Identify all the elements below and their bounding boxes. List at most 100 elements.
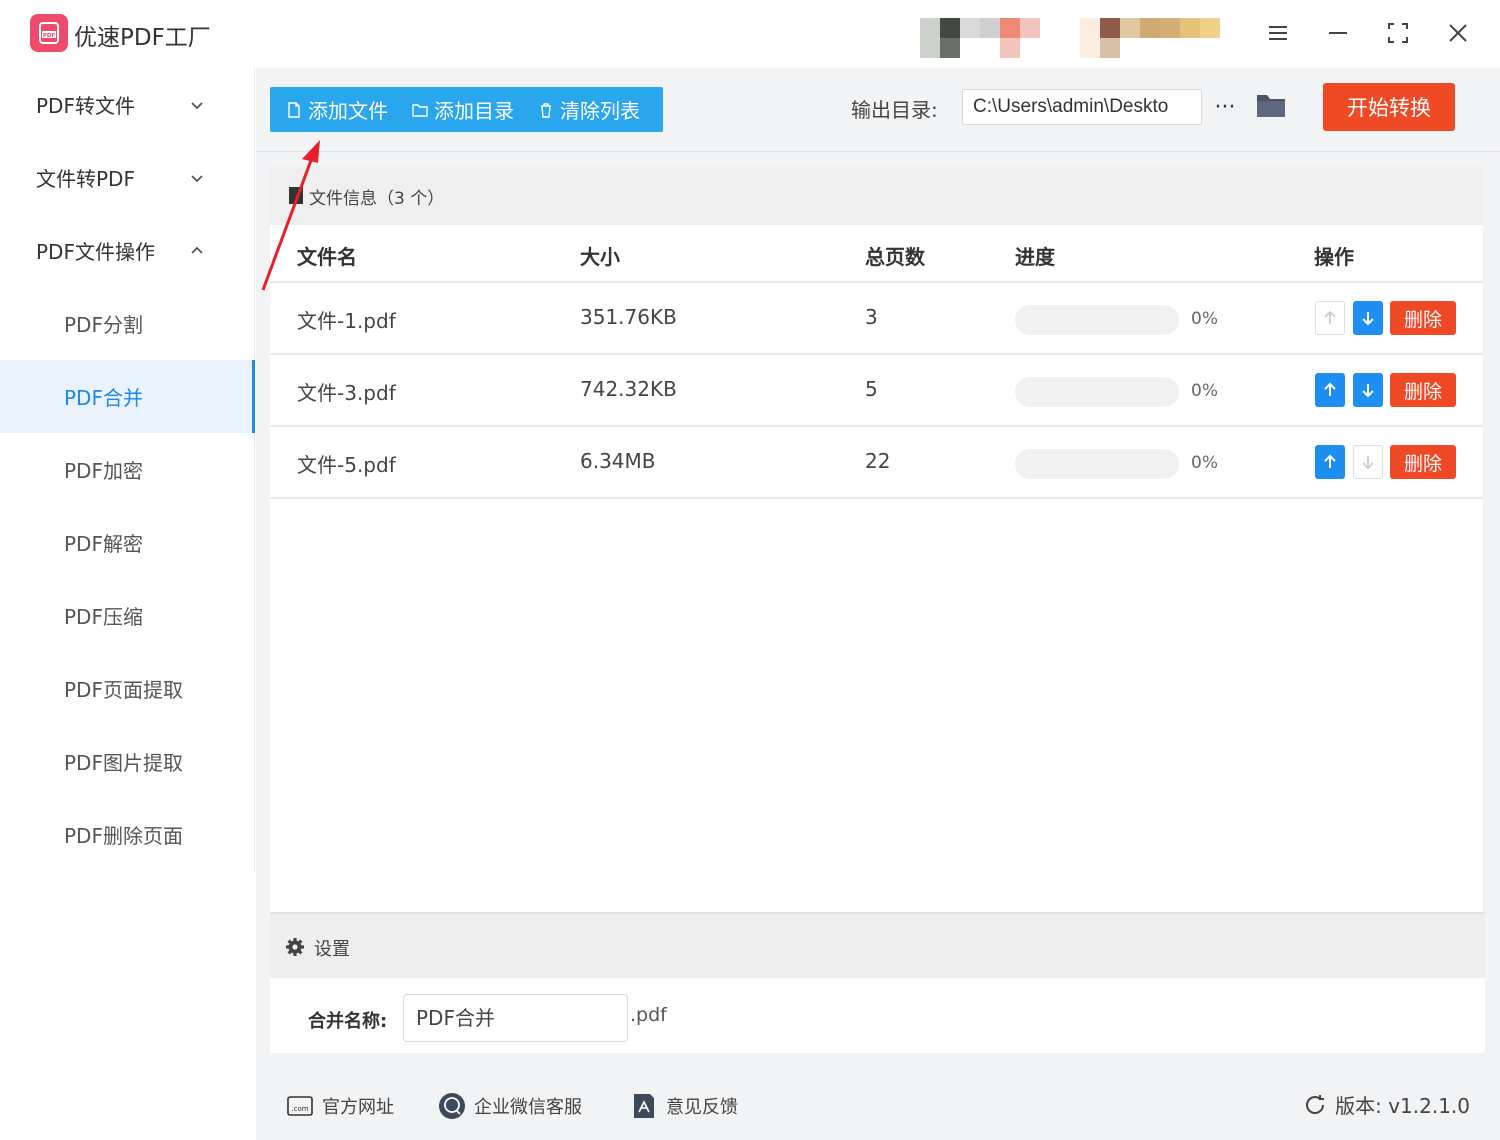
file-name: 文件-3.pdf xyxy=(297,381,396,405)
file-list-panel: 文件信息（3 个） 文件名 大小 总页数 进度 操作 文件-1.pdf 351.… xyxy=(270,167,1483,912)
feedback-icon xyxy=(634,1094,654,1118)
file-info-title: 文件信息（3 个） xyxy=(309,189,445,209)
more-options-button[interactable]: ··· xyxy=(1210,92,1240,122)
sidebar-item-pdf-encrypt[interactable]: PDF加密 xyxy=(0,433,255,506)
refresh-icon xyxy=(1306,1094,1325,1114)
add-dir-button[interactable]: 添加目录 xyxy=(400,87,526,132)
chevron-down-icon xyxy=(191,102,203,110)
sidebar: PDF转文件 文件转PDF PDF文件操作 PDF分割 PDF合并 PDF加密 … xyxy=(0,68,255,872)
move-up-button[interactable] xyxy=(1315,301,1345,335)
column-header-pages: 总页数 xyxy=(865,245,925,269)
delete-button[interactable]: 删除 xyxy=(1390,373,1456,407)
sidebar-item-pdf-compress[interactable]: PDF压缩 xyxy=(0,579,255,652)
svg-text:PDF: PDF xyxy=(43,33,56,39)
progress-percent: 0% xyxy=(1191,453,1218,473)
column-header-actions: 操作 xyxy=(1314,245,1354,269)
file-pages: 22 xyxy=(865,449,891,473)
table-row: 文件-3.pdf 742.32KB 5 0% 删除 xyxy=(270,355,1483,427)
website-icon: .com xyxy=(287,1096,313,1116)
merge-name-extension: .pdf xyxy=(630,1004,667,1026)
sidebar-group-pdf-to-file[interactable]: PDF转文件 xyxy=(0,68,255,141)
column-header-name: 文件名 xyxy=(297,245,357,269)
sidebar-group-label: PDF文件操作 xyxy=(36,240,155,264)
sidebar-item-pdf-page-extract[interactable]: PDF页面提取 xyxy=(0,652,255,725)
add-file-label: 添加文件 xyxy=(308,99,388,123)
file-toolbar: 添加文件 添加目录 清除列表 xyxy=(270,87,663,132)
sidebar-item-label: PDF加密 xyxy=(64,459,143,483)
file-pages: 3 xyxy=(865,305,878,329)
file-info-header: 文件信息（3 个） xyxy=(270,167,1483,225)
close-icon[interactable] xyxy=(1440,16,1476,50)
move-down-button[interactable] xyxy=(1353,445,1383,479)
move-up-button[interactable] xyxy=(1315,373,1345,407)
progress-bar xyxy=(1015,377,1179,407)
move-down-button[interactable] xyxy=(1353,301,1383,335)
progress-bar xyxy=(1015,449,1179,479)
folder-outline-icon xyxy=(412,103,428,117)
table-row: 文件-5.pdf 6.34MB 22 0% 删除 xyxy=(270,427,1483,499)
feedback-link[interactable]: 意见反馈 xyxy=(630,1092,738,1120)
merge-name-label: 合并名称: xyxy=(308,1011,388,1032)
column-header-size: 大小 xyxy=(580,245,620,269)
folder-icon[interactable] xyxy=(1254,90,1288,122)
sidebar-item-label: PDF解密 xyxy=(64,532,143,556)
user-avatar-blurred[interactable] xyxy=(920,18,1240,58)
svg-text:.com: .com xyxy=(291,1105,308,1113)
footer: .com 官方网址 企业微信客服 意见反馈 版本: v1.2.1.0 xyxy=(256,1070,1500,1140)
feedback-label: 意见反馈 xyxy=(666,1097,738,1118)
output-dir-field[interactable]: C:\Users\admin\Deskto xyxy=(962,89,1202,125)
sidebar-item-pdf-merge[interactable]: PDF合并 xyxy=(0,360,255,433)
move-up-button[interactable] xyxy=(1315,445,1345,479)
file-pages: 5 xyxy=(865,377,878,401)
file-size: 351.76KB xyxy=(580,305,677,329)
document-icon xyxy=(289,187,303,204)
chevron-up-icon xyxy=(191,246,203,254)
sidebar-item-pdf-delete-pages[interactable]: PDF删除页面 xyxy=(0,798,255,871)
version-info: 版本: v1.2.1.0 xyxy=(1303,1090,1470,1119)
trash-icon xyxy=(541,102,551,118)
sidebar-item-label: PDF删除页面 xyxy=(64,824,183,848)
settings-title: 设置 xyxy=(314,939,350,960)
table-row: 文件-1.pdf 351.76KB 3 0% 删除 xyxy=(270,283,1483,355)
fullscreen-icon[interactable] xyxy=(1380,16,1416,50)
file-size: 6.34MB xyxy=(580,449,656,473)
arrow-down-icon xyxy=(1362,384,1374,398)
start-convert-button[interactable]: 开始转换 xyxy=(1323,83,1455,131)
merge-name-input[interactable]: PDF合并 xyxy=(403,994,628,1042)
sidebar-item-label: PDF分割 xyxy=(64,313,143,337)
delete-button[interactable]: 删除 xyxy=(1390,445,1456,479)
file-name: 文件-1.pdf xyxy=(297,309,396,333)
clear-list-button[interactable]: 清除列表 xyxy=(526,87,652,132)
minimize-icon[interactable] xyxy=(1320,16,1356,50)
pdf-logo-icon: PDF xyxy=(30,14,68,52)
settings-header: 设置 xyxy=(270,914,1485,978)
settings-body: 合并名称: PDF合并 .pdf xyxy=(270,978,1485,1053)
arrow-up-icon xyxy=(1324,454,1336,468)
delete-button[interactable]: 删除 xyxy=(1390,301,1456,335)
clear-list-label: 清除列表 xyxy=(560,99,640,123)
progress-percent: 0% xyxy=(1191,381,1218,401)
gear-icon xyxy=(286,938,304,956)
add-dir-label: 添加目录 xyxy=(434,99,514,123)
file-name: 文件-5.pdf xyxy=(297,453,396,477)
wechat-icon xyxy=(439,1093,465,1119)
column-header-progress: 进度 xyxy=(1015,245,1055,269)
wechat-service-link[interactable]: 企业微信客服 xyxy=(438,1092,582,1120)
sidebar-group-pdf-operations[interactable]: PDF文件操作 xyxy=(0,214,255,287)
wechat-service-label: 企业微信客服 xyxy=(474,1097,582,1118)
output-dir-label: 输出目录: xyxy=(851,98,938,122)
website-label: 官方网址 xyxy=(322,1097,394,1118)
sidebar-item-pdf-decrypt[interactable]: PDF解密 xyxy=(0,506,255,579)
sidebar-item-pdf-split[interactable]: PDF分割 xyxy=(0,287,255,360)
sidebar-group-file-to-pdf[interactable]: 文件转PDF xyxy=(0,141,255,214)
arrow-down-icon xyxy=(1362,456,1374,470)
sidebar-item-label: PDF压缩 xyxy=(64,605,143,629)
progress-bar xyxy=(1015,305,1179,335)
menu-icon[interactable] xyxy=(1260,16,1296,50)
version-label: 版本: v1.2.1.0 xyxy=(1335,1094,1470,1118)
sidebar-item-pdf-image-extract[interactable]: PDF图片提取 xyxy=(0,725,255,798)
move-down-button[interactable] xyxy=(1353,373,1383,407)
website-link[interactable]: .com 官方网址 xyxy=(286,1092,394,1120)
arrow-up-icon xyxy=(1324,382,1336,396)
add-file-button[interactable]: 添加文件 xyxy=(270,87,400,132)
